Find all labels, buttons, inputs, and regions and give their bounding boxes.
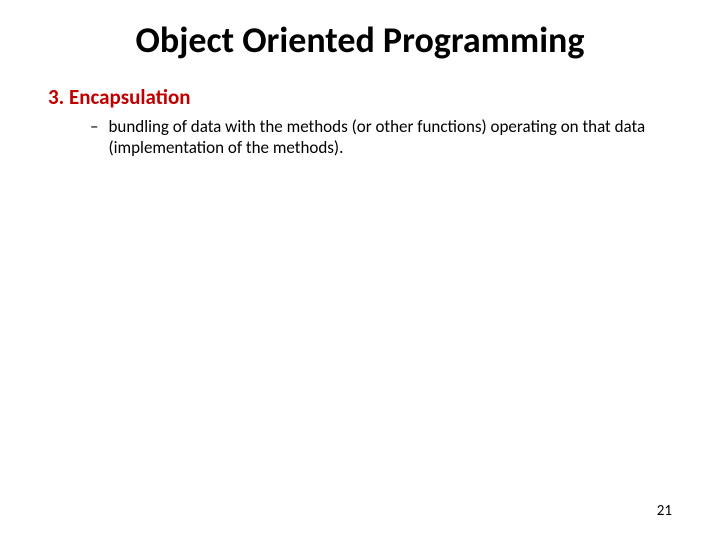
slide-container: Object Oriented Programming 3. Encapsula… xyxy=(0,0,720,540)
section-heading: 3. Encapsulation xyxy=(48,84,672,110)
bullet-dash-icon: – xyxy=(90,116,98,137)
slide-title: Object Oriented Programming xyxy=(48,18,672,62)
bullet-item: – bundling of data with the methods (or … xyxy=(48,116,672,159)
page-number: 21 xyxy=(657,502,672,520)
bullet-text: bundling of data with the methods (or ot… xyxy=(108,116,668,159)
